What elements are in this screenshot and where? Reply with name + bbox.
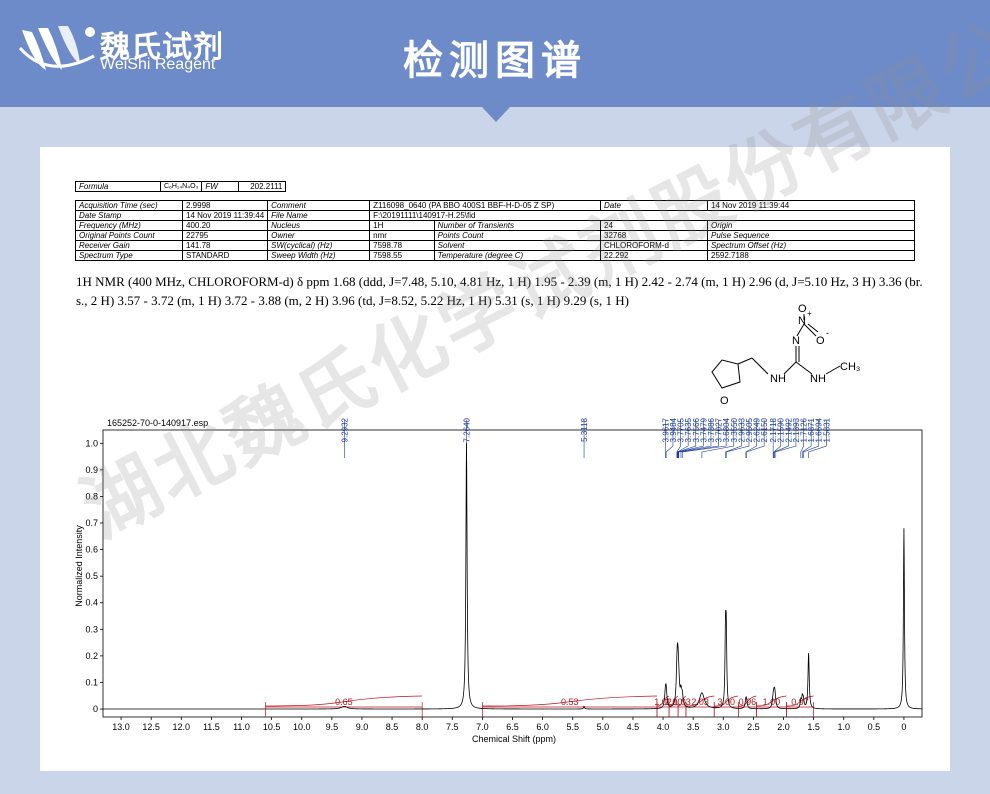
x-tick-label: 4.0 (657, 722, 670, 732)
x-tick-label: 10.5 (263, 722, 281, 732)
peak-label: 9.2932 (340, 417, 349, 442)
x-tick-label: 12.5 (142, 722, 160, 732)
y-axis-label: Normalized Intensity (74, 525, 84, 607)
spectrum-line (103, 443, 923, 710)
x-tick-label: 6.0 (536, 722, 549, 732)
peak-label: 5.3118 (580, 417, 589, 441)
y-tick-label: 0.8 (85, 491, 98, 501)
y-tick-label: 0.2 (85, 651, 98, 661)
y-tick-label: 0.7 (85, 518, 98, 528)
x-tick-label: 7.0 (476, 722, 489, 732)
y-tick-label: 0.6 (85, 545, 98, 555)
x-tick-label: 9.0 (356, 722, 369, 732)
y-tick-label: 0.3 (85, 624, 98, 634)
nmr-spectrum-chart: 0 0.1 0.2 0.3 0.4 0.5 0.6 0.7 0.8 0.9 1.0 13.0 12.5… (74, 417, 923, 744)
peak-label: 1.5831 (822, 417, 831, 442)
peak-labels: 9.2932 7.2640 5.3118 3.96173.94843.77053.76… (340, 417, 831, 458)
y-tick-label: 0.5 (85, 571, 98, 581)
y-axis: 0 0.1 0.2 0.3 0.4 0.5 0.6 0.7 0.8 0.9 1.0 (85, 438, 103, 714)
x-tick-label: 3.0 (717, 722, 730, 732)
integrals: 0.65 0.53 1.022.001.03 2.03 3.00 0.96 1.00 0.97 (265, 695, 814, 717)
x-tick-label: 11.0 (233, 722, 250, 732)
x-tick-label: 9.5 (326, 722, 339, 732)
x-tick-label: 12.0 (173, 722, 191, 732)
x-axis-label: Chemical Shift (ppm) (472, 734, 556, 744)
x-tick-label: 0 (901, 722, 906, 732)
x-tick-label: 5.0 (597, 722, 610, 732)
y-tick-label: 0.1 (85, 677, 98, 687)
plot-frame (102, 429, 923, 718)
peak-label: 2.6150 (760, 417, 769, 442)
y-tick-label: 1.0 (85, 438, 98, 448)
x-tick-label: 8.0 (416, 722, 429, 732)
y-tick-label: 0 (93, 704, 98, 714)
x-axis: 13.0 12.5 12.0 11.5 11.0 10.5 10.0 9.5 9.0 8.5 8.0… (112, 717, 906, 732)
x-tick-label: 2.0 (777, 722, 790, 732)
x-tick-label: 7.5 (446, 722, 459, 732)
x-tick-label: 4.5 (627, 722, 640, 732)
x-tick-label: 5.5 (566, 722, 579, 732)
x-tick-label: 8.5 (386, 722, 399, 732)
x-tick-label: 10.0 (293, 722, 311, 732)
x-tick-label: 1.5 (807, 722, 820, 732)
x-tick-label: 1.0 (837, 722, 850, 732)
x-tick-label: 0.5 (868, 722, 881, 732)
y-tick-label: 0.9 (85, 465, 98, 475)
x-tick-label: 11.5 (203, 722, 220, 732)
x-tick-label: 13.0 (112, 722, 130, 732)
y-tick-label: 0.4 (85, 598, 98, 608)
x-tick-label: 6.5 (506, 722, 519, 732)
plot-border (102, 429, 923, 718)
peak-label: 7.2640 (462, 417, 471, 442)
x-tick-label: 2.5 (747, 722, 760, 732)
x-tick-label: 3.5 (687, 722, 700, 732)
